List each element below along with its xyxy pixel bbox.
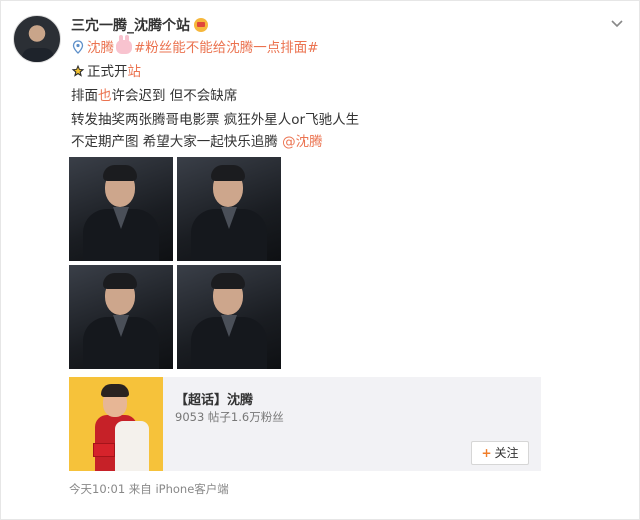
chevron-down-icon[interactable] xyxy=(609,15,625,31)
post-meta: 今天10:01 来自 iPhone客户端 xyxy=(69,482,229,496)
follow-label: 关注 xyxy=(494,446,519,460)
topic-cover-image[interactable] xyxy=(69,377,163,471)
follow-button[interactable]: + 关注 xyxy=(471,441,529,465)
star-icon xyxy=(71,64,85,77)
announce-line: 正式开站 xyxy=(71,61,141,83)
post-line-1: 排面也许会迟到 但不会缺席 xyxy=(71,85,237,107)
photo-thumbnail[interactable] xyxy=(69,157,173,261)
photo-hair xyxy=(211,165,245,181)
topic-stats: 9053 帖子1.6万粉丝 xyxy=(175,410,284,424)
mention-link[interactable]: @沈腾 xyxy=(282,134,323,150)
cover-red-envelope xyxy=(93,443,115,457)
photo-thumbnail[interactable] xyxy=(69,265,173,369)
photo-hair xyxy=(211,273,245,289)
tag-line: 沈腾 #粉丝能不能给沈腾一点排面# xyxy=(71,35,319,59)
bunny-icon xyxy=(116,35,132,54)
post-line-2: 转发抽奖两张腾哥电影票 疯狂外星人or飞驰人生 xyxy=(71,112,360,128)
location-icon xyxy=(72,40,84,54)
photo-thumbnail[interactable] xyxy=(177,157,281,261)
weibo-post-card: 三宂一腾_沈腾个站 沈腾 #粉丝能不能给沈腾一点排面# 正式开站 排面也许会迟到 … xyxy=(0,0,640,520)
topic-title[interactable]: 【超话】沈腾 xyxy=(175,389,253,408)
avatar[interactable] xyxy=(13,15,61,63)
announce-highlight: 站 xyxy=(127,64,142,80)
tag-link[interactable]: 沈腾 xyxy=(87,40,114,56)
hashtag-link[interactable]: #粉丝能不能给沈腾一点排面# xyxy=(134,40,319,56)
photo-thumbnail[interactable] xyxy=(177,265,281,369)
post-line-1-a: 排面 xyxy=(71,88,98,104)
username-row: 三宂一腾_沈腾个站 xyxy=(71,15,208,35)
photo-hair xyxy=(103,273,137,289)
super-topic-card[interactable]: 【超话】沈腾 9053 帖子1.6万粉丝 + 关注 xyxy=(69,377,541,471)
post-line-3-text: 不定期产图 希望大家一起快乐追腾 xyxy=(71,134,283,150)
crown-icon xyxy=(194,18,208,32)
username[interactable]: 三宂一腾_沈腾个站 xyxy=(71,18,190,34)
avatar-figure xyxy=(22,48,54,62)
plus-icon: + xyxy=(481,446,492,460)
cover-coat xyxy=(115,421,149,471)
photo-grid xyxy=(69,157,285,373)
post-line-3: 不定期产图 希望大家一起快乐追腾 @沈腾 xyxy=(71,131,323,153)
photo-hair xyxy=(103,165,137,181)
cover-hair xyxy=(101,384,129,397)
post-line-1-highlight: 也 xyxy=(98,88,112,104)
announce-text: 正式开 xyxy=(87,64,128,80)
post-line-1-b: 许会迟到 但不会缺席 xyxy=(111,88,238,104)
